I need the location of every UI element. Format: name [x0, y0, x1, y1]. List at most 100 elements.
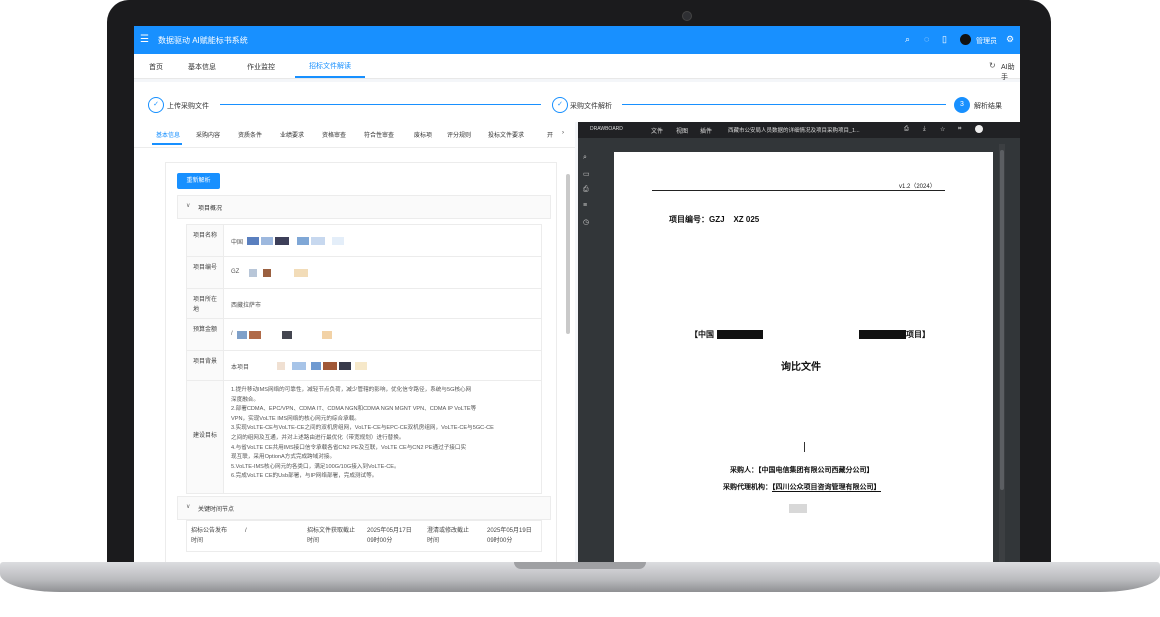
redaction-block — [261, 237, 273, 245]
search-icon[interactable]: ⌕ — [583, 154, 587, 162]
avatar[interactable] — [960, 34, 971, 45]
brand-logo: DRAWBOARD — [590, 126, 623, 132]
redaction-block — [859, 330, 906, 339]
scroll-thumb[interactable] — [1000, 150, 1004, 490]
pdf-sidebar: ⌕ ▭ ⎙ ≡ ◷ — [578, 138, 613, 562]
chevron-right-icon[interactable]: › — [562, 130, 564, 136]
analysis-panel: 基本信息 采购内容 资质条件 业绩要求 资格审查 符合性审查 废标项 评分规则 … — [134, 122, 575, 562]
subtab-compliance[interactable]: 符合性审查 — [364, 130, 394, 139]
print-icon[interactable]: ⎙ — [583, 186, 589, 194]
ai-assistant-link[interactable]: AI助手 — [1001, 62, 1020, 82]
timeline-cell: 澄清或修改截止时间 — [427, 528, 470, 544]
row-value: GZ — [231, 269, 240, 275]
account-icon[interactable] — [975, 125, 983, 133]
redaction-block — [247, 237, 259, 245]
subtab-scoring[interactable]: 评分规则 — [447, 130, 471, 139]
tab-basic-info[interactable]: 基本信息 — [188, 62, 216, 72]
tab-tender-interpret[interactable]: 招标文件解读 — [295, 61, 365, 78]
tab-monitor[interactable]: 作业监控 — [247, 62, 275, 72]
menu-icon[interactable]: ☰ — [140, 34, 149, 45]
comment-icon[interactable]: ▭ — [583, 170, 590, 178]
goal-line: VPN，实现VoLTE IMS网络的核心网元的综合承载。 — [231, 415, 360, 422]
section-project-overview[interactable]: ∨ 项目概况 — [177, 195, 551, 219]
row-value: 本项目 — [231, 365, 250, 371]
settings-icon[interactable]: ⚙ — [1006, 34, 1014, 45]
row-value: / — [231, 331, 233, 337]
pdf-scrollbar[interactable] — [999, 144, 1005, 562]
project-title-prefix: 【中国 — [690, 330, 714, 339]
goal-line: 2.部署CDMA、EPC/VPN、CDMA IT、CDMA NGN和CDMA N… — [231, 406, 477, 413]
progress-steps: ✓ 上传采购文件 ✓ 采购文件解析 3 解析结果 — [134, 82, 1020, 122]
row-budget: 预算金额 / — [186, 318, 542, 352]
fullscreen-icon[interactable]: ▯ — [942, 34, 947, 45]
section-title: 项目概况 — [198, 206, 223, 212]
chevron-down-icon[interactable]: ∨ — [186, 202, 190, 209]
subtab-review[interactable]: 资格审查 — [322, 130, 346, 139]
redaction-block — [311, 362, 321, 370]
goal-line: 6.完成VoLTE CE的Usb部署，与IP网络部署，完成测试等。 — [231, 473, 378, 480]
subtab-basic[interactable]: 基本信息 — [156, 130, 180, 139]
row-project-no: 项目编号 GZ — [186, 256, 542, 290]
text-cursor — [804, 442, 805, 452]
timeline-table: 招标公告发布时间 / 招标文件获取截止时间 2025年05月17日09时00分 … — [186, 520, 542, 552]
star-icon[interactable]: ☆ — [940, 126, 945, 133]
row-project-name: 项目名称 中国 — [186, 224, 542, 258]
refresh-icon[interactable]: ↻ — [989, 61, 996, 70]
timeline-cell: 招标公告发布时间 — [191, 528, 228, 544]
pdf-page: v1.2（2024） 项目编号：GZJ XZ 025 【中国 项目】 询比文件 … — [614, 152, 993, 562]
subtab-bid-requirements[interactable]: 投标文件要求 — [488, 130, 524, 139]
bell-icon[interactable]: ◌ — [924, 34, 929, 44]
page-tabs: 首页 基本信息 作业监控 招标文件解读 ↻ AI助手 — [134, 54, 1020, 82]
print-icon[interactable]: ⎙ — [904, 126, 909, 133]
goal-line: 现互联，采用OptionA方式完成跨域对接。 — [231, 454, 336, 461]
redaction-block — [322, 331, 332, 339]
goal-line: 4.与省VoLTE CE共用IMS接口信令承载各省CN2 PE及互联，VoLTE… — [231, 444, 467, 451]
step-1-label: 上传采购文件 — [167, 103, 209, 110]
redaction-block — [789, 504, 807, 513]
redaction-block — [323, 362, 337, 370]
pdf-toolbar: DRAWBOARD 文件 视图 插件 西藏市公安局人员数据的详细情况及项目采购项… — [578, 122, 1020, 138]
row-label: 项目背景 — [193, 359, 218, 365]
search-icon[interactable]: ⌕ — [905, 34, 910, 45]
section-key-timeline[interactable]: ∨ 关键时间节点 — [177, 496, 551, 520]
row-goals: 建设目标 1.提升移动IMS网络的可靠性，减轻节点负荷，减少管辖的影响，优化信令… — [186, 380, 542, 494]
redaction-block — [297, 237, 309, 245]
subtab-more[interactable]: 开 — [547, 130, 553, 139]
menu-file[interactable]: 文件 — [651, 126, 663, 135]
step-line-2 — [622, 104, 946, 105]
user-name[interactable]: 管理员 — [976, 36, 997, 46]
redaction-block — [249, 269, 257, 277]
camera-icon — [682, 11, 692, 21]
app-title: 数据驱动 AI赋能标书系统 — [158, 36, 248, 45]
redaction-block — [717, 330, 763, 339]
tab-home[interactable]: 首页 — [149, 62, 163, 72]
subtab-invalid[interactable]: 废标项 — [414, 130, 432, 139]
step-2-check-icon: ✓ — [552, 97, 568, 113]
subtab-performance[interactable]: 业绩要求 — [280, 130, 304, 139]
crop-icon[interactable]: ⌗ — [958, 126, 961, 133]
scrollbar[interactable] — [566, 174, 570, 334]
list-icon[interactable]: ≡ — [583, 202, 587, 209]
project-number: 项目编号：GZJ XZ 025 — [669, 214, 759, 225]
goals-text: 1.提升移动IMS网络的可靠性，减轻节点负荷，减少管辖的影响，优化信令路径，系统… — [231, 386, 536, 482]
reparse-button[interactable]: 重新解析 — [177, 173, 220, 189]
laptop-notch — [514, 562, 646, 569]
pdf-viewer: DRAWBOARD 文件 视图 插件 西藏市公安局人员数据的详细情况及项目采购项… — [578, 122, 1020, 562]
app-screen: ☰ 数据驱动 AI赋能标书系统 ⌕ ◌ ▯ 管理员 ⚙ 首页 基本信息 作业监控… — [134, 26, 1020, 562]
clock-icon[interactable]: ◷ — [583, 218, 589, 226]
header-rule — [652, 190, 945, 191]
timeline-cell: 2025年05月19日09时00分 — [487, 528, 532, 544]
subtab-qualification[interactable]: 资质条件 — [238, 130, 262, 139]
redaction-block — [277, 362, 285, 370]
goal-line: 3.实现VoLTE-CE与VoLTE-CE之间的双机房组网，VoLTE-CE与E… — [231, 425, 494, 432]
menu-plugins[interactable]: 插件 — [700, 126, 712, 135]
subtab-content[interactable]: 采购内容 — [196, 130, 220, 139]
step-2-label: 采购文件解析 — [570, 103, 612, 110]
row-location: 项目所在地 西藏拉萨市 — [186, 288, 542, 320]
row-label: 项目名称 — [193, 233, 218, 239]
download-icon[interactable]: ⤓ — [923, 126, 926, 133]
row-background: 项目背景 本项目 — [186, 350, 542, 382]
redaction-block — [332, 237, 344, 245]
chevron-down-icon[interactable]: ∨ — [186, 503, 190, 510]
menu-view[interactable]: 视图 — [676, 126, 688, 135]
